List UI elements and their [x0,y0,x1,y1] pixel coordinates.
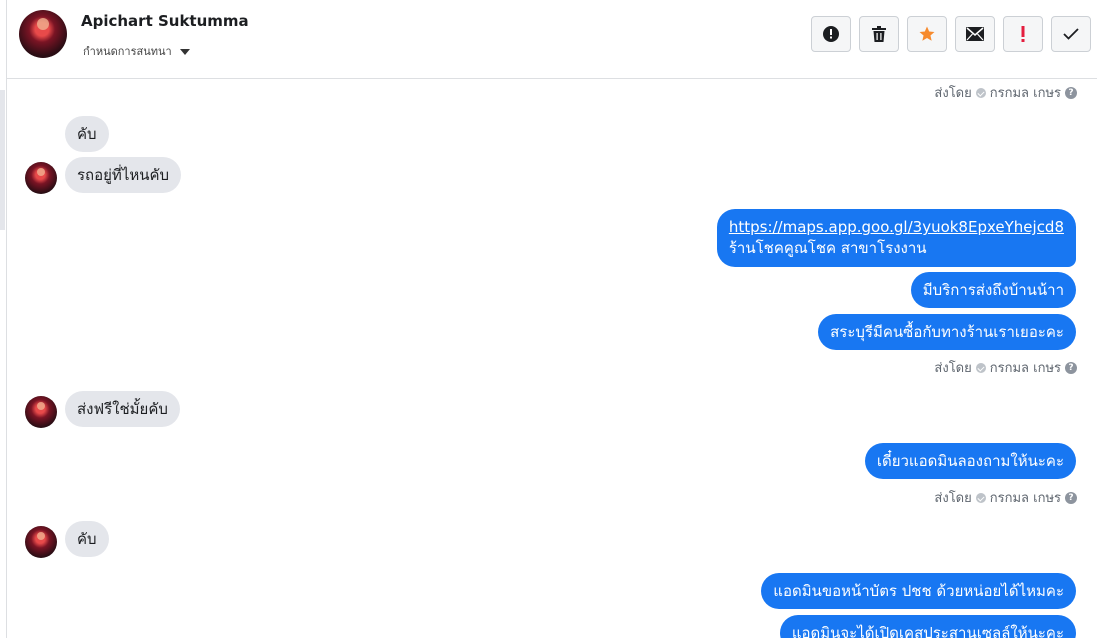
outgoing-message[interactable]: สระบุรีมีคนซื้อกับทางร้านเราเยอะคะ [818,314,1076,350]
conversation-options-dropdown[interactable]: กำหนดการสนทนา [83,42,190,60]
mark-done-button[interactable] [1051,16,1091,52]
avatar[interactable] [25,162,57,194]
sent-by-label: ส่งโดย [934,491,972,506]
verified-icon [975,492,986,503]
trash-icon [872,26,886,42]
important-icon [1021,26,1025,42]
incoming-message[interactable]: คับ [65,521,109,557]
conversation-options-label: กำหนดการสนทนา [83,45,172,58]
sent-by-label: ส่งโดย [934,86,972,101]
sent-by-info: ส่งโดย กรกมล เกษร ? [934,357,1077,378]
envelope-icon [966,27,984,41]
delete-button[interactable] [859,16,899,52]
star-icon [919,26,935,41]
verified-icon [975,87,986,98]
action-toolbar [811,16,1091,52]
caret-down-icon [179,49,190,55]
outgoing-message[interactable]: แอดมินจะได้เปิดเคสประสานเซลล์ให้นะคะ [779,615,1076,638]
avatar[interactable] [19,10,67,58]
map-link[interactable]: https://maps.app.goo.gl/3yuok8EpxeYhejcd… [729,217,1064,238]
avatar[interactable] [25,396,57,428]
incoming-message[interactable]: รถอยู่ที่ไหนคับ [65,157,182,193]
sender-name: กรกมล เกษร [989,491,1061,506]
help-icon[interactable]: ? [1065,491,1077,504]
alert-button[interactable] [811,16,851,52]
checkmark-icon [1063,28,1079,40]
star-button[interactable] [907,16,947,52]
help-icon[interactable]: ? [1065,361,1077,374]
outgoing-message[interactable]: มีบริการส่งถึงบ้านน้าา [910,272,1076,308]
avatar[interactable] [25,526,57,558]
conversation-window: Apichart Suktumma กำหนดการสนทนา ส่งโดย ก… [0,0,1097,638]
alert-icon [823,26,839,42]
verified-icon [975,362,986,373]
conversation-header: Apichart Suktumma กำหนดการสนทนา [7,0,1097,79]
message-thread: ส่งโดย กรกมล เกษร ? คับ รถอยู่ที่ไหนคับ … [7,80,1097,638]
sent-by-label: ส่งโดย [934,361,972,376]
contact-name[interactable]: Apichart Suktumma [81,12,249,30]
incoming-message[interactable]: ส่งฟรีใช่มั้ยคับ [65,391,180,427]
message-text: ร้านโชคคูณโชค สาขาโรงงาน [728,239,927,257]
left-scrollbar[interactable] [0,90,5,230]
sender-name: กรกมล เกษร [989,361,1061,376]
sent-by-info: ส่งโดย กรกมล เกษร ? [934,487,1077,508]
outgoing-message[interactable]: แอดมินขอหน้าบัตร ปชช ด้วยหน่อยได้ไหมคะ [761,573,1076,609]
outgoing-message[interactable]: เดี๋ยวแอดมินลองถามให้นะคะ [864,443,1076,479]
sender-name: กรกมล เกษร [989,86,1061,101]
mark-unread-button[interactable] [955,16,995,52]
incoming-message[interactable]: คับ [65,116,109,152]
important-button[interactable] [1003,16,1043,52]
outgoing-message[interactable]: https://maps.app.goo.gl/3yuok8EpxeYhejcd… [716,209,1076,267]
help-icon[interactable]: ? [1065,86,1077,99]
sent-by-info: ส่งโดย กรกมล เกษร ? [934,82,1077,103]
